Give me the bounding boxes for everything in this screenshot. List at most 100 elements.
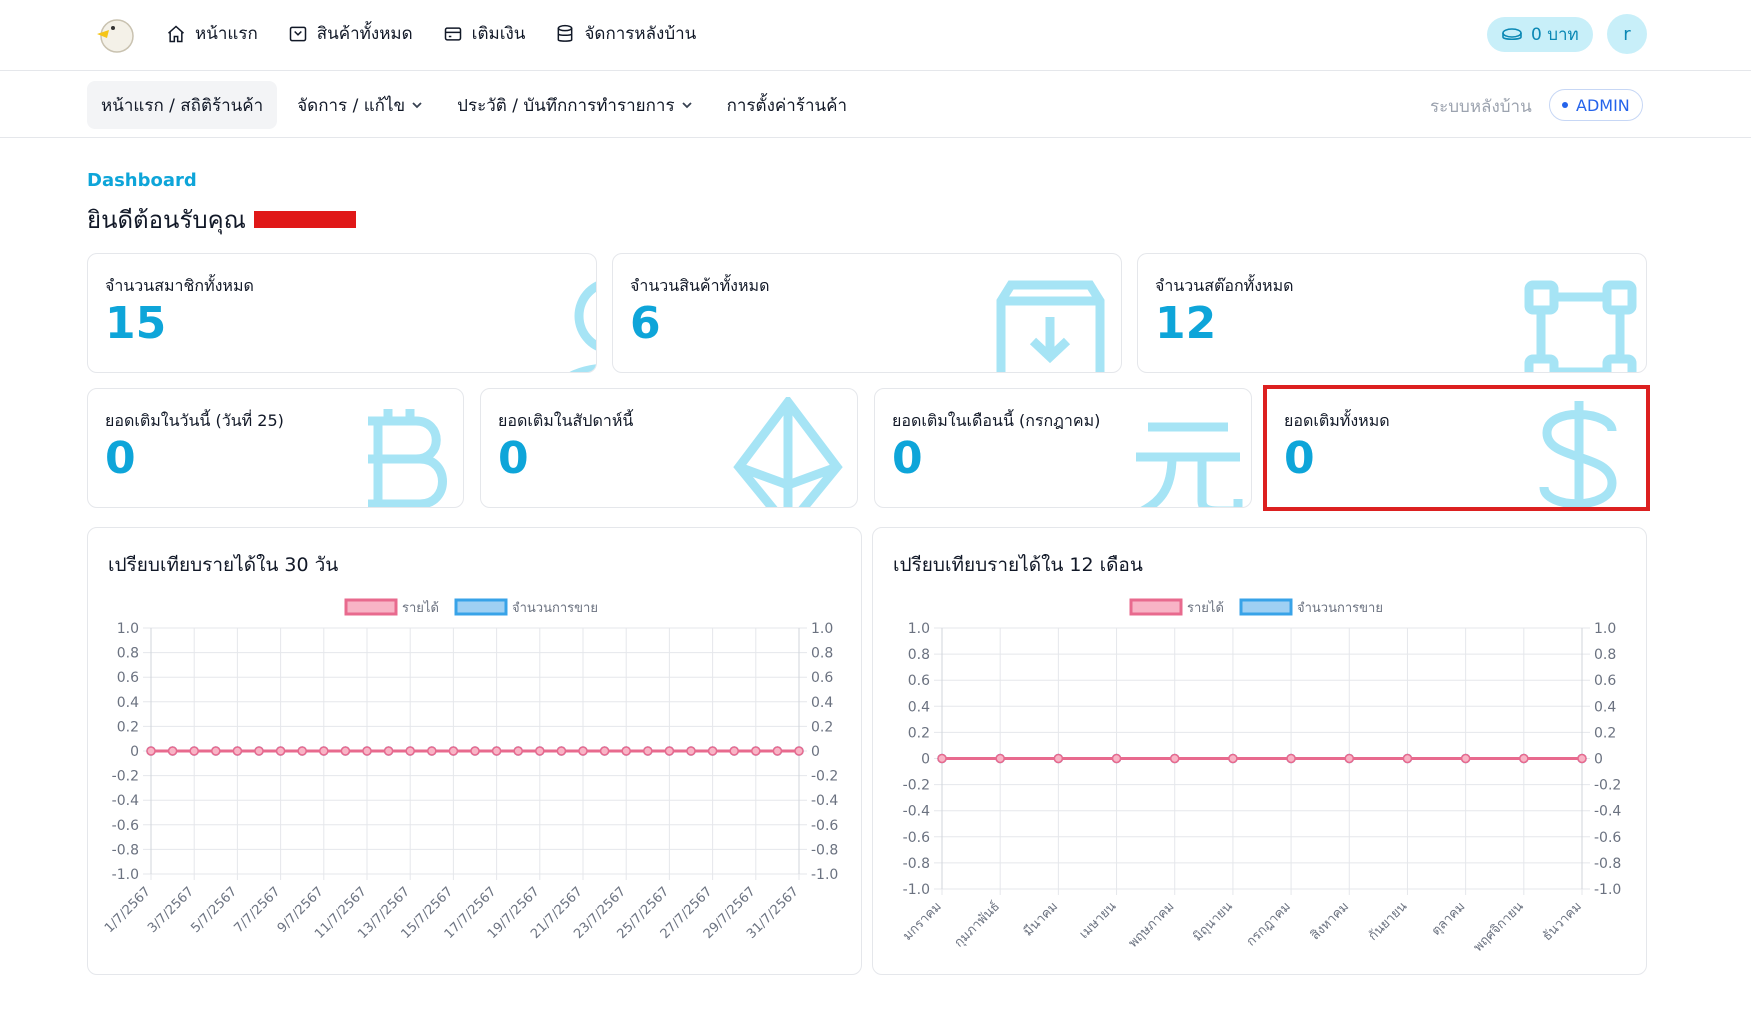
stat-label: จำนวนสมาชิกทั้งหมด bbox=[105, 276, 254, 295]
y-tick-label-left: 1.0 bbox=[908, 621, 930, 637]
legend-swatch bbox=[344, 598, 398, 616]
y-tick-label-right: 0 bbox=[1594, 752, 1603, 768]
stat-card-topup-month: ยอดเติมในเดือนนี้ (กรกฎาคม) 0 bbox=[874, 388, 1252, 508]
y-tick-label-left: 0.4 bbox=[117, 695, 139, 711]
wallet-icon bbox=[444, 26, 461, 41]
breadcrumb[interactable]: Dashboard bbox=[87, 170, 197, 191]
line-chart-30-days: รายได้ จำนวนการขาย 1.0 1.0 0.8 0.8 0.6 0.6 0.4 0.… bbox=[102, 598, 838, 942]
data-point bbox=[340, 746, 351, 756]
data-point bbox=[189, 746, 199, 756]
tab-settings-label: การตั้งค่าร้านค้า bbox=[726, 95, 848, 116]
y-tick-label-right: -0.6 bbox=[1594, 830, 1621, 846]
y-tick-label-right: 1.0 bbox=[811, 621, 833, 637]
stat-label: ยอดเติมในสัปดาห์นี้ bbox=[498, 411, 634, 430]
data-point bbox=[319, 746, 329, 756]
legend-swatch bbox=[454, 598, 508, 616]
nav-home[interactable]: หน้าแรก bbox=[166, 20, 258, 47]
x-tick-label: 1/7/2567 bbox=[102, 884, 154, 936]
y-tick-label-right: -0.2 bbox=[811, 769, 838, 785]
y-tick-label-left: 0 bbox=[130, 744, 139, 760]
y-tick-label-left: 0.8 bbox=[117, 646, 139, 662]
tab-stats[interactable]: หน้าแรก / สถิติร้านค้า bbox=[87, 81, 278, 129]
x-tick-label: 7/7/2567 bbox=[232, 884, 284, 936]
y-tick-label-left: -0.2 bbox=[112, 769, 139, 785]
stat-label: จำนวนสินค้าทั้งหมด bbox=[630, 276, 770, 295]
data-point bbox=[1460, 753, 1471, 764]
coins-icon bbox=[1502, 27, 1522, 40]
database-icon bbox=[558, 24, 573, 42]
tab-history[interactable]: ประวัติ / บันทึกการทำรายการ bbox=[443, 81, 706, 129]
bitcoin-icon bbox=[368, 409, 447, 507]
redacted-username bbox=[253, 211, 356, 228]
balance-badge[interactable]: 0 บาท bbox=[1487, 17, 1593, 52]
y-tick-label-left: 0.6 bbox=[117, 670, 139, 686]
x-tick-label: พฤศจิกายน bbox=[1471, 899, 1527, 955]
data-point bbox=[1577, 753, 1587, 764]
user-icon bbox=[569, 281, 596, 372]
tab-history-label: ประวัติ / บันทึกการทำรายการ bbox=[457, 95, 675, 116]
x-tick-label: กรกฎาคม bbox=[1244, 899, 1294, 949]
data-point bbox=[383, 746, 394, 756]
welcome-text: ยินดีต้อนรับคุณ bbox=[87, 206, 246, 234]
vector-square-icon bbox=[1524, 280, 1637, 372]
data-point bbox=[556, 746, 567, 756]
y-tick-label-right: -1.0 bbox=[811, 867, 838, 883]
legend-swatch bbox=[1129, 598, 1183, 616]
duck-logo-icon[interactable] bbox=[93, 14, 135, 54]
data-point bbox=[995, 753, 1005, 764]
data-point bbox=[1053, 753, 1064, 764]
data-point bbox=[772, 746, 783, 756]
y-tick-label-left: 0 bbox=[921, 752, 930, 768]
nav-backend[interactable]: จัดการหลังบ้าน bbox=[555, 20, 696, 47]
data-point bbox=[1344, 753, 1355, 764]
sub-navbar: หน้าแรก / สถิติร้านค้า จัดการ / แก้ไข ปร… bbox=[0, 71, 1751, 138]
chevron-down-icon bbox=[412, 102, 422, 109]
x-tick-label: 5/7/2567 bbox=[188, 884, 240, 936]
data-point bbox=[707, 746, 718, 756]
y-tick-label-right: 1.0 bbox=[1594, 621, 1616, 637]
x-tick-label: ตุลาคม bbox=[1429, 899, 1469, 939]
nav-topup-label: เติมเงิน bbox=[471, 24, 526, 44]
y-tick-label-right: 0.6 bbox=[1594, 673, 1616, 689]
tab-manage-label: จัดการ / แก้ไข bbox=[297, 95, 406, 116]
tab-manage[interactable]: จัดการ / แก้ไข bbox=[283, 81, 437, 129]
y-tick-label-left: -0.6 bbox=[903, 830, 930, 846]
yuan-icon bbox=[1136, 422, 1243, 507]
stat-label: จำนวนสต๊อกทั้งหมด bbox=[1155, 276, 1294, 295]
data-point bbox=[621, 746, 631, 756]
y-tick-label-left: -0.4 bbox=[903, 804, 930, 820]
nav-products[interactable]: สินค้าทั้งหมด bbox=[288, 20, 413, 47]
nav-topup[interactable]: เติมเงิน bbox=[443, 20, 526, 47]
tab-stats-label: หน้าแรก / สถิติร้านค้า bbox=[101, 95, 264, 116]
stat-value: 0 bbox=[1284, 433, 1315, 484]
stat-card-members: จำนวนสมาชิกทั้งหมด 15 bbox=[87, 253, 597, 373]
home-icon bbox=[168, 24, 184, 42]
y-tick-label-right: 0 bbox=[811, 744, 820, 760]
y-tick-label-left: 0.6 bbox=[908, 673, 930, 689]
legend-label: รายได้ bbox=[402, 600, 439, 616]
data-point bbox=[146, 746, 156, 756]
y-tick-label-right: -1.0 bbox=[1594, 882, 1621, 898]
tab-settings[interactable]: การตั้งค่าร้านค้า bbox=[713, 81, 861, 129]
data-point bbox=[427, 746, 437, 756]
x-tick-label: มีนาคม bbox=[1020, 899, 1061, 940]
y-tick-label-left: -1.0 bbox=[112, 867, 139, 883]
legend-label: รายได้ bbox=[1187, 600, 1224, 616]
legend-label: จำนวนการขาย bbox=[1297, 601, 1383, 616]
data-point bbox=[167, 746, 178, 756]
y-tick-label-left: 0.2 bbox=[117, 719, 139, 735]
status-dot bbox=[1562, 102, 1568, 108]
avatar[interactable]: r bbox=[1607, 14, 1647, 54]
admin-tabs: หน้าแรก / สถิติร้านค้า จัดการ / แก้ไข ปร… bbox=[87, 81, 861, 129]
data-point bbox=[535, 746, 545, 756]
y-tick-label-right: 0.8 bbox=[811, 646, 833, 662]
data-point bbox=[491, 746, 502, 756]
x-tick-label: มิถุนายน bbox=[1190, 899, 1235, 944]
data-point bbox=[362, 746, 372, 756]
data-point bbox=[1402, 753, 1413, 764]
data-point bbox=[1519, 753, 1529, 764]
y-tick-label-right: -0.8 bbox=[1594, 856, 1621, 872]
x-tick-label: สิงหาคม bbox=[1308, 899, 1352, 943]
y-tick-label-left: -0.4 bbox=[112, 793, 139, 809]
y-tick-label-left: -1.0 bbox=[903, 882, 930, 898]
